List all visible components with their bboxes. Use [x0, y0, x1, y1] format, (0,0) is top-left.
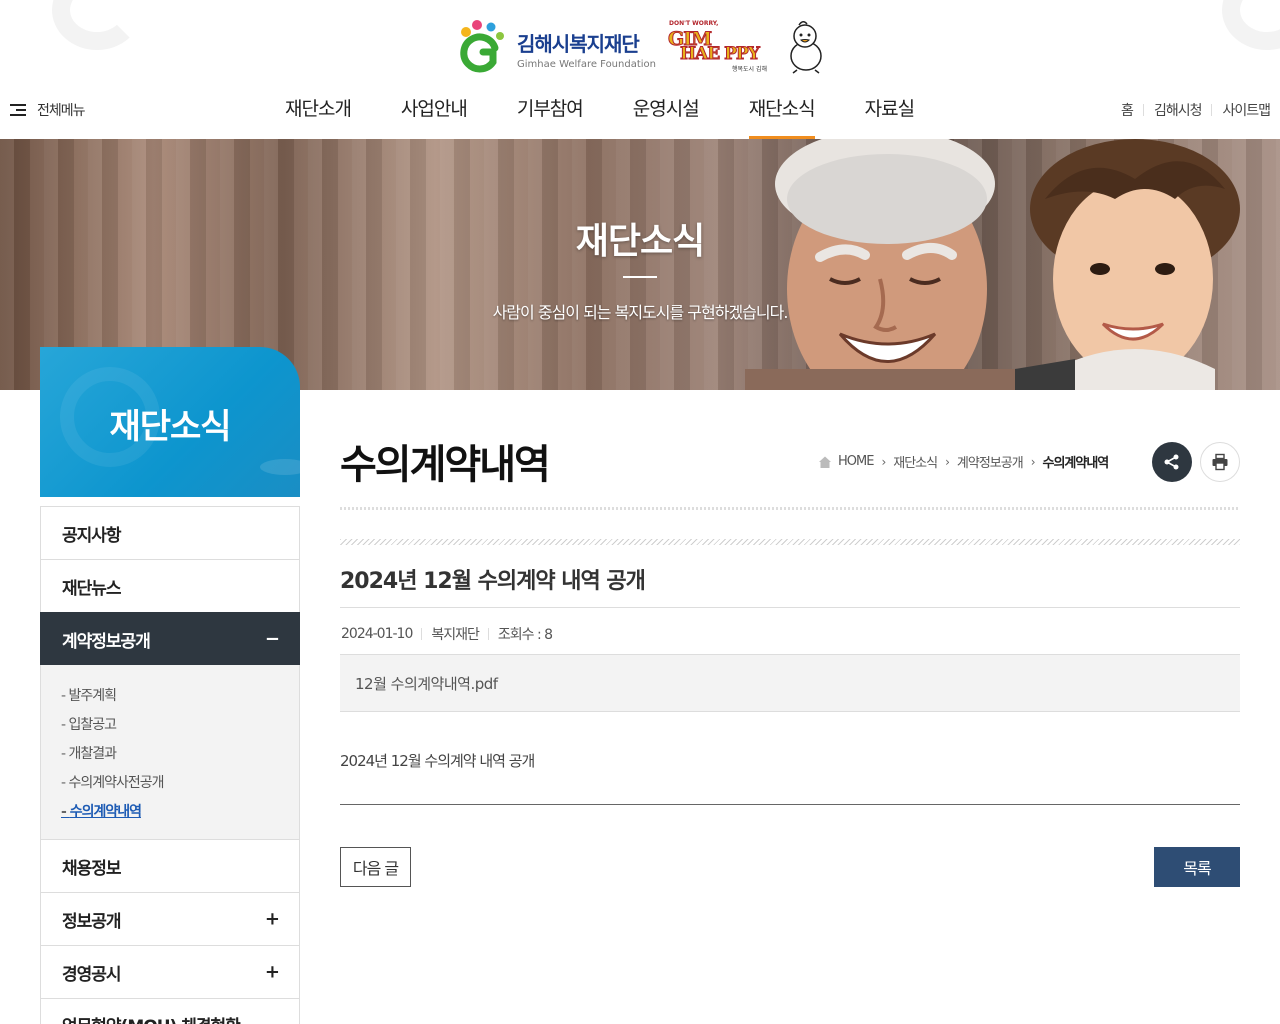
left-navigation: 공지사항 재단뉴스 계약정보공개 − 발주계획 입찰공고 개찰결과 수의계약사전…	[40, 506, 300, 1024]
slogan-tag-text: 행복도시 김해	[732, 66, 768, 73]
expand-plus-icon[interactable]: +	[265, 909, 280, 930]
all-menu-button[interactable]: 전체메뉴	[10, 100, 86, 120]
breadcrumb: HOME › 재단소식 › 계약정보공개 › 수의계약내역	[818, 452, 1110, 471]
lnb-item-label: 업무협약(MOU) 체결현황	[62, 1012, 241, 1024]
lnb-item-label: 정보공개	[62, 911, 122, 932]
slogan-hae-text: HAE PPY	[680, 44, 761, 65]
list-button[interactable]: 목록	[1154, 847, 1240, 887]
breadcrumb-home[interactable]: HOME	[838, 454, 874, 469]
site-logo[interactable]: 김해시복지재단 Gimhae Welfare Foundation DON'T …	[455, 18, 827, 74]
banner-divider	[623, 276, 657, 278]
expand-plus-icon[interactable]: +	[265, 962, 280, 983]
lnb-sub-bid-result[interactable]: 개찰결과	[61, 740, 299, 769]
home-icon	[819, 456, 831, 468]
divider	[421, 628, 423, 640]
divider	[340, 804, 1240, 805]
next-post-button[interactable]: 다음 글	[340, 847, 411, 887]
gnb-item-facilities[interactable]: 운영시설	[608, 90, 724, 139]
logo-korean: 김해시복지재단	[517, 32, 640, 56]
chevron-right-icon: ›	[881, 454, 886, 469]
util-cityhall-link[interactable]: 김해시청	[1154, 100, 1203, 120]
gnb-item-donation[interactable]: 기부참여	[492, 90, 608, 139]
breadcrumb-level-1[interactable]: 재단소식	[893, 452, 938, 471]
util-home-link[interactable]: 홈	[1121, 100, 1134, 120]
lnb-item-contract-info[interactable]: 계약정보공개 −	[40, 612, 300, 665]
share-icon	[1164, 454, 1179, 470]
lnb-item-recruit[interactable]: 채용정보	[40, 839, 300, 892]
gnb-item-archive[interactable]: 자료실	[840, 90, 939, 139]
attachment-link[interactable]: 12월 수의계약내역.pdf	[340, 655, 1240, 712]
lnb-item-label: 재단뉴스	[62, 578, 122, 599]
lnb-title: 재단소식	[109, 407, 231, 447]
lnb-header: 재단소식	[40, 347, 300, 497]
lnb-decoration	[260, 459, 300, 475]
lnb-submenu: 발주계획 입찰공고 개찰결과 수의계약사전공개 수의계약내역	[40, 665, 300, 839]
board-top-border	[340, 539, 1240, 545]
lnb-sub-bid-notice[interactable]: 입찰공고	[61, 711, 299, 740]
main-navigation: 재단소개 사업안내 기부참여 운영시설 재단소식 자료실	[260, 90, 939, 139]
lnb-sub-order-plan[interactable]: 발주계획	[61, 682, 299, 711]
duck-mascot-icon	[790, 21, 822, 74]
post-body: 2024년 12월 수의계약 내역 공개	[340, 752, 535, 770]
logo-text: 김해시복지재단 Gimhae Welfare Foundation	[517, 28, 656, 70]
lnb-item-label: 계약정보공개	[62, 631, 151, 652]
banner-subtitle: 사람이 중심이 되는 복지도시를 구현하겠습니다.	[492, 303, 789, 322]
divider	[340, 507, 1240, 510]
post-author: 복지재단	[431, 627, 480, 643]
lnb-item-label: 채용정보	[62, 858, 122, 879]
lnb-item-label: 경영공시	[62, 964, 122, 985]
grandfather-photo	[745, 139, 1015, 390]
lnb-sub-private-contract-list[interactable]: 수의계약내역	[61, 798, 299, 827]
divider	[1211, 104, 1213, 116]
slogan-small-text: DON'T WORRY,	[669, 20, 719, 27]
logo-english: Gimhae Welfare Foundation	[517, 59, 656, 70]
lnb-item-management[interactable]: 경영공시 +	[40, 945, 300, 998]
collapse-minus-icon[interactable]: −	[265, 629, 280, 650]
gimhaeppy-slogan-logo: DON'T WORRY, GIM HAE PPY 행복도시 김해	[667, 20, 778, 73]
divider	[340, 607, 1240, 608]
util-sitemap-link[interactable]: 사이트맵	[1222, 100, 1271, 120]
chevron-right-icon: ›	[945, 454, 950, 469]
background-decoration	[52, 0, 142, 50]
background-decoration	[1222, 0, 1280, 50]
chevron-right-icon: ›	[1030, 454, 1036, 469]
banner-title: 재단소식	[575, 221, 705, 262]
lnb-sub-private-contract-pre[interactable]: 수의계약사전공개	[61, 769, 299, 798]
site-header: 김해시복지재단 Gimhae Welfare Foundation DON'T …	[0, 0, 1280, 139]
all-menu-label: 전체메뉴	[37, 103, 86, 119]
post-title: 2024년 12월 수의계약 내역 공개	[340, 569, 646, 594]
lnb-item-mou[interactable]: 업무협약(MOU) 체결현황	[40, 998, 300, 1024]
share-button[interactable]	[1152, 442, 1192, 482]
gnb-item-business[interactable]: 사업안내	[376, 90, 492, 139]
lnb-item-disclosure[interactable]: 정보공개 +	[40, 892, 300, 945]
post-views: 조회수 : 8	[497, 627, 553, 643]
breadcrumb-level-2[interactable]: 계약정보공개	[957, 452, 1024, 471]
page-title: 수의계약내역	[340, 442, 551, 488]
gnb-item-news[interactable]: 재단소식	[724, 90, 840, 139]
lnb-item-news[interactable]: 재단뉴스	[40, 559, 300, 612]
divider	[487, 628, 489, 640]
hamburger-menu-icon	[10, 103, 26, 117]
child-photo	[1015, 139, 1240, 390]
utility-links: 홈 김해시청 사이트맵	[1121, 100, 1271, 120]
post-meta: 2024-01-10 복지재단 조회수 : 8	[341, 624, 553, 644]
gnb-item-about[interactable]: 재단소개	[260, 90, 376, 139]
print-button[interactable]	[1200, 442, 1240, 482]
divider	[1142, 104, 1144, 116]
lnb-item-label: 공지사항	[62, 525, 122, 546]
lnb-item-notice[interactable]: 공지사항	[40, 506, 300, 559]
breadcrumb-current: 수의계약내역	[1042, 456, 1110, 471]
foundation-logo-icon	[460, 20, 504, 73]
printer-icon	[1212, 453, 1228, 471]
post-date: 2024-01-10	[341, 626, 413, 642]
